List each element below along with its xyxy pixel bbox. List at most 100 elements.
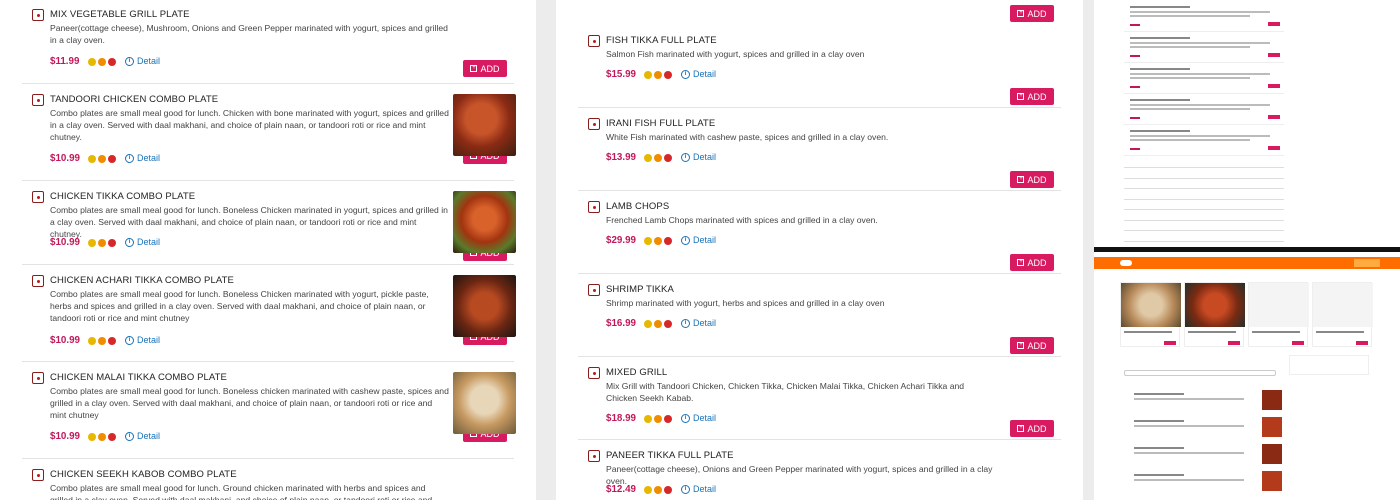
spice-dot bbox=[664, 485, 672, 494]
add-button[interactable]: +ADD bbox=[1010, 88, 1054, 105]
detail-label: Detail bbox=[693, 484, 717, 494]
spice-dot bbox=[644, 236, 652, 245]
item-name: CHICKEN TIKKA COMBO PLATE bbox=[50, 191, 196, 202]
spice-dot bbox=[654, 153, 662, 162]
detail-link[interactable]: i Detail bbox=[681, 235, 716, 245]
preview-text-line bbox=[1134, 398, 1244, 400]
preview-add-button bbox=[1268, 84, 1280, 88]
detail-link[interactable]: i Detail bbox=[125, 335, 160, 345]
detail-link[interactable]: i Detail bbox=[125, 56, 160, 66]
item-price: $16.99 bbox=[606, 318, 636, 329]
info-circle-icon: i bbox=[125, 56, 134, 66]
detail-link[interactable]: i Detail bbox=[681, 318, 716, 328]
add-button[interactable]: +ADD bbox=[1010, 420, 1054, 437]
spice-dot bbox=[664, 236, 672, 245]
preview-row bbox=[1124, 2, 1284, 32]
detail-label: Detail bbox=[693, 69, 717, 79]
preview-add-button bbox=[1268, 22, 1280, 26]
preview-row bbox=[1124, 95, 1284, 125]
preview-row bbox=[1124, 33, 1284, 63]
detail-link[interactable]: i Detail bbox=[125, 237, 160, 247]
item-description: Paneer(cottage cheese), Mushroom, Onions… bbox=[50, 23, 448, 45]
item-description: Paneer(cottage cheese), Onions and Green… bbox=[606, 464, 993, 486]
spice-dot bbox=[88, 238, 96, 247]
detail-link[interactable]: i Detail bbox=[681, 484, 716, 494]
detail-label: Detail bbox=[137, 431, 161, 441]
add-button[interactable]: +ADD bbox=[1010, 254, 1054, 271]
add-button[interactable]: +ADD bbox=[463, 60, 507, 77]
preview-header-button bbox=[1354, 259, 1380, 267]
spice-dot bbox=[644, 153, 652, 162]
detail-label: Detail bbox=[137, 56, 161, 66]
preview-text-line bbox=[1130, 99, 1190, 101]
veg-nonveg-mark-icon bbox=[32, 9, 44, 21]
spice-dot bbox=[108, 238, 116, 247]
spice-level bbox=[644, 319, 672, 328]
item-name: CHICKEN ACHARI TIKKA COMBO PLATE bbox=[50, 275, 234, 286]
add-label: ADD bbox=[1027, 423, 1047, 434]
preview-text-line bbox=[1130, 148, 1140, 150]
menu-item: SHRIMP TIKKA Shrimp marinated with yogurt… bbox=[578, 274, 1061, 357]
item-price: $29.99 bbox=[606, 235, 636, 246]
menu-item: CHICKEN SEEKH KABOB COMBO PLATE Combo pla… bbox=[22, 459, 514, 500]
info-circle-icon: i bbox=[681, 235, 690, 245]
preview-category-row bbox=[1124, 200, 1284, 210]
preview-text-line bbox=[1130, 77, 1250, 79]
item-price: $11.99 bbox=[50, 56, 80, 67]
item-price: $12.49 bbox=[606, 484, 636, 495]
preview-text-line bbox=[1130, 55, 1140, 57]
preview-add-button bbox=[1268, 53, 1280, 57]
menu-item: FISH TIKKA FULL PLATE Salmon Fish marinat… bbox=[578, 25, 1061, 108]
preview-text-line bbox=[1130, 42, 1270, 44]
item-description: Combo plates are small meal good for lun… bbox=[50, 483, 433, 500]
preview-special-card bbox=[1312, 282, 1373, 347]
info-circle-icon: i bbox=[125, 335, 134, 345]
plus-square-icon: + bbox=[1017, 259, 1025, 266]
veg-nonveg-mark-icon bbox=[32, 275, 44, 287]
item-description: Combo plates are small meal good for lun… bbox=[50, 108, 449, 142]
detail-label: Detail bbox=[137, 237, 161, 247]
info-circle-icon: i bbox=[125, 431, 134, 441]
menu-panel-middle: + ADD FISH TIKKA FULL PLATE Salmon Fish m… bbox=[556, 0, 1083, 500]
detail-link[interactable]: i Detail bbox=[681, 413, 716, 423]
item-name: PANEER TIKKA FULL PLATE bbox=[606, 450, 734, 461]
detail-link[interactable]: i Detail bbox=[681, 69, 716, 79]
preview-text-line bbox=[1130, 117, 1140, 119]
preview-food-thumb bbox=[1262, 444, 1282, 464]
preview-add-button bbox=[1268, 146, 1280, 150]
preview-text-line bbox=[1130, 104, 1270, 106]
add-label: ADD bbox=[1027, 91, 1047, 102]
detail-link[interactable]: i Detail bbox=[125, 153, 160, 163]
spice-level bbox=[88, 154, 116, 163]
detail-link[interactable]: i Detail bbox=[681, 152, 716, 162]
item-price: $10.99 bbox=[50, 431, 80, 442]
preview-search-box bbox=[1124, 370, 1276, 376]
food-photo bbox=[453, 372, 516, 434]
detail-link[interactable]: i Detail bbox=[125, 431, 160, 441]
spice-dot bbox=[88, 57, 96, 66]
plus-square-icon: + bbox=[1017, 93, 1025, 100]
preview-text-line bbox=[1124, 331, 1172, 333]
preview-card-image bbox=[1121, 283, 1181, 327]
add-button[interactable]: + ADD bbox=[1010, 5, 1054, 22]
info-circle-icon: i bbox=[681, 69, 690, 79]
preview-text-line bbox=[1134, 479, 1244, 481]
preview-text-line bbox=[1130, 139, 1250, 141]
food-photo bbox=[453, 191, 516, 253]
add-button[interactable]: +ADD bbox=[1010, 171, 1054, 188]
plus-square-icon: + bbox=[470, 65, 478, 72]
detail-label: Detail bbox=[137, 153, 161, 163]
detail-label: Detail bbox=[693, 152, 717, 162]
item-description: Combo plates are small meal good for lun… bbox=[50, 205, 448, 239]
spice-level bbox=[644, 414, 672, 423]
spice-level bbox=[644, 153, 672, 162]
item-description: Mix Grill with Tandoori Chicken, Chicken… bbox=[606, 381, 965, 403]
menu-item: CHICKEN MALAI TIKKA COMBO PLATE Combo pla… bbox=[22, 362, 516, 459]
item-price: $15.99 bbox=[606, 69, 636, 80]
spice-level bbox=[644, 485, 672, 494]
item-name: CHICKEN MALAI TIKKA COMBO PLATE bbox=[50, 372, 227, 383]
add-button[interactable]: +ADD bbox=[1010, 337, 1054, 354]
detail-label: Detail bbox=[693, 235, 717, 245]
spice-dot bbox=[654, 319, 662, 328]
spice-dot bbox=[88, 154, 96, 163]
